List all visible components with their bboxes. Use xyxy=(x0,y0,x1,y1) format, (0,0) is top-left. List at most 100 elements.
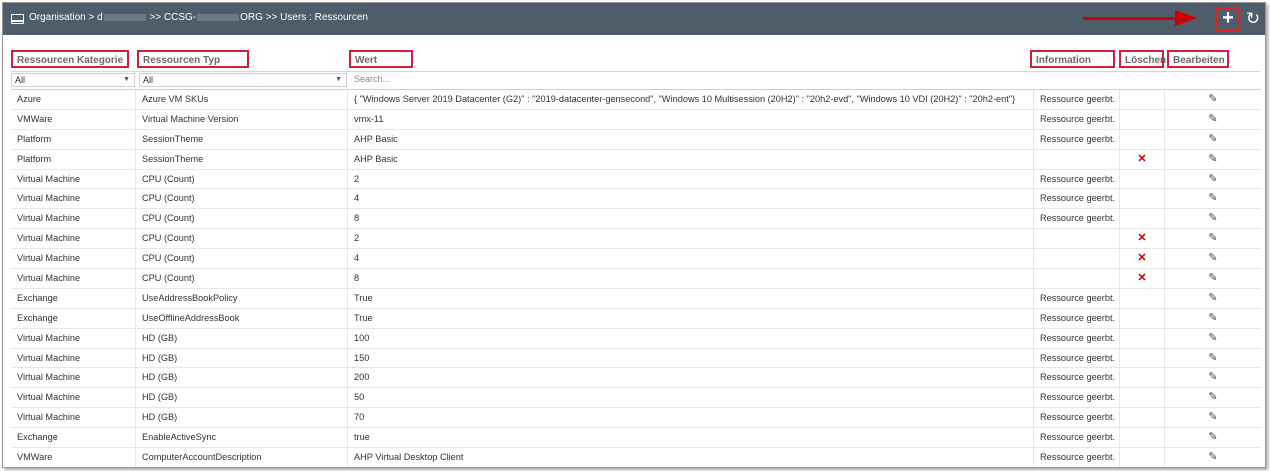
column-header-wert[interactable]: Wert xyxy=(349,50,413,68)
cell-loeschen xyxy=(1119,428,1164,448)
table-row[interactable]: Virtual Machine CPU (Count) 2 Ressource gee… xyxy=(11,169,1261,190)
cell-loeschen xyxy=(1119,308,1164,328)
edit-icon[interactable]: ✎ xyxy=(1164,288,1261,308)
cell-loeschen xyxy=(1119,388,1164,408)
table-row[interactable]: Virtual Machine HD (GB) 150 Ressource geerb… xyxy=(11,348,1261,369)
breadcrumb-prefix[interactable]: Organisation > d xyxy=(29,12,103,23)
table-row[interactable]: Virtual Machine CPU (Count) 4 Ressource gee… xyxy=(11,189,1261,210)
cell-wert: AHP Basic xyxy=(347,149,1033,169)
cell-wert: vmx-11 xyxy=(347,109,1033,129)
cell-typ: HD (GB) xyxy=(135,388,347,408)
table-row[interactable]: Platform SessionTheme AHP Basic Ressource g… xyxy=(11,129,1261,150)
cell-information xyxy=(1033,249,1119,269)
edit-icon[interactable]: ✎ xyxy=(1164,348,1261,368)
cell-information: Ressource geerbt. xyxy=(1033,169,1119,189)
column-header-bearbeiten[interactable]: Bearbeiten xyxy=(1167,50,1229,68)
typ-filter-select[interactable]: All ▼ xyxy=(139,73,347,87)
breadcrumb-middle[interactable]: >> CCSG- xyxy=(149,12,196,23)
cell-loeschen xyxy=(1119,288,1164,308)
cell-typ: EnableActiveSync xyxy=(135,428,347,448)
annotation-arrow-line xyxy=(1083,17,1178,20)
table-row[interactable]: VMWare Virtual Machine Version vmx-11 Resso… xyxy=(11,109,1261,130)
window-icon xyxy=(11,14,24,24)
edit-icon[interactable]: ✎ xyxy=(1164,129,1261,149)
refresh-icon[interactable]: ↻ xyxy=(1244,9,1262,29)
table-row[interactable]: Virtual Machine CPU (Count) 4 ✕ ✎ xyxy=(11,249,1261,270)
table-row[interactable]: Virtual Machine HD (GB) 200 Ressource geerb… xyxy=(11,368,1261,389)
cell-kategorie: Virtual Machine xyxy=(17,392,81,403)
cell-loeschen xyxy=(1119,90,1164,109)
delete-icon[interactable]: ✕ xyxy=(1119,249,1164,269)
cell-wert: 4 xyxy=(347,249,1033,269)
table-row[interactable]: Virtual Machine CPU (Count) 2 ✕ ✎ xyxy=(11,229,1261,250)
edit-icon[interactable]: ✎ xyxy=(1164,149,1261,169)
plus-icon[interactable]: + xyxy=(1216,8,1240,31)
chevron-down-icon: ▼ xyxy=(123,76,130,83)
cell-information xyxy=(1033,229,1119,249)
edit-icon[interactable]: ✎ xyxy=(1164,308,1261,328)
table-row[interactable]: Platform SessionTheme AHP Basic ✕ ✎ xyxy=(11,149,1261,170)
column-header-typ[interactable]: Ressourcen Typ xyxy=(137,50,249,68)
cell-wert: 150 xyxy=(347,348,1033,368)
breadcrumb: Organisation > d >> CCSG- ORG >> Users : … xyxy=(29,12,368,23)
edit-icon[interactable]: ✎ xyxy=(1164,229,1261,249)
edit-icon[interactable]: ✎ xyxy=(1164,269,1261,288)
kategorie-filter-select[interactable]: All ▼ xyxy=(11,73,135,87)
edit-icon[interactable]: ✎ xyxy=(1164,408,1261,428)
edit-icon[interactable]: ✎ xyxy=(1164,328,1261,348)
cell-typ: SessionTheme xyxy=(135,129,347,149)
edit-icon[interactable]: ✎ xyxy=(1164,249,1261,269)
table-row[interactable]: Exchange UseOfflineAddressBook True Ressour… xyxy=(11,308,1261,329)
cell-kategorie: Exchange xyxy=(17,312,58,323)
cell-wert: { "Windows Server 2019 Datacenter (G2)" … xyxy=(347,90,1033,109)
cell-wert: 2 xyxy=(347,229,1033,249)
kategorie-filter-value: All xyxy=(15,75,26,85)
cell-kategorie: Platform xyxy=(17,133,52,144)
column-header-loeschen[interactable]: Löschen xyxy=(1119,50,1166,68)
cell-typ: HD (GB) xyxy=(135,408,347,428)
cell-information: Ressource geerbt. xyxy=(1033,109,1119,129)
redaction-mask xyxy=(103,13,146,21)
table-row[interactable]: Azure Azure VM SKUs{ "Windows Server 2019… xyxy=(11,90,1261,110)
edit-icon[interactable]: ✎ xyxy=(1164,90,1261,109)
table-row[interactable]: Virtual Machine HD (GB) 100 Ressource geerb… xyxy=(11,328,1261,349)
edit-icon[interactable]: ✎ xyxy=(1164,209,1261,229)
breadcrumb-suffix[interactable]: ORG >> Users : Ressourcen xyxy=(240,12,368,23)
wert-search-input[interactable]: Search... xyxy=(351,73,651,87)
column-header-kategorie[interactable]: Ressourcen Kategorie xyxy=(11,50,129,68)
edit-icon[interactable]: ✎ xyxy=(1164,368,1261,388)
cell-wert: 8 xyxy=(347,269,1033,288)
cell-kategorie: Virtual Machine xyxy=(17,372,81,383)
cell-typ: ComputerAccountDescription xyxy=(135,448,347,467)
cell-kategorie: Azure xyxy=(17,94,42,104)
edit-icon[interactable]: ✎ xyxy=(1164,388,1261,408)
edit-icon[interactable]: ✎ xyxy=(1164,189,1261,209)
cell-wert: 50 xyxy=(347,388,1033,408)
table-row[interactable]: Exchange EnableActiveSync true Ressource ge… xyxy=(11,428,1261,449)
cell-loeschen xyxy=(1119,448,1164,467)
edit-icon[interactable]: ✎ xyxy=(1164,428,1261,448)
table-row[interactable]: Virtual Machine HD (GB) 50 Ressource geerbt… xyxy=(11,388,1261,409)
edit-icon[interactable]: ✎ xyxy=(1164,448,1261,467)
cell-wert: true xyxy=(347,428,1033,448)
table-row[interactable]: Virtual Machine CPU (Count) 8 ✕ ✎ xyxy=(11,269,1261,289)
column-header-information[interactable]: Information xyxy=(1030,50,1115,68)
table-body: Azure Azure VM SKUs{ "Windows Server 2019… xyxy=(11,90,1261,467)
delete-icon[interactable]: ✕ xyxy=(1119,229,1164,249)
edit-icon[interactable]: ✎ xyxy=(1164,109,1261,129)
edit-icon[interactable]: ✎ xyxy=(1164,169,1261,189)
table-row[interactable]: Virtual Machine HD (GB) 70 Ressource geerbt… xyxy=(11,408,1261,429)
table-row[interactable]: Exchange UseAddressBookPolicy True Ressourc… xyxy=(11,288,1261,309)
table-row[interactable]: VMWare ComputerAccountDescription AHP Virt… xyxy=(11,448,1261,467)
cell-wert: 70 xyxy=(347,408,1033,428)
delete-icon[interactable]: ✕ xyxy=(1119,269,1164,288)
cell-typ: CPU (Count) xyxy=(135,189,347,209)
cell-kategorie: VMWare xyxy=(17,452,53,463)
cell-information: Ressource geerbt. xyxy=(1033,348,1119,368)
delete-icon[interactable]: ✕ xyxy=(1119,149,1164,169)
cell-information xyxy=(1033,269,1119,288)
cell-information: Ressource geerbt. xyxy=(1033,308,1119,328)
cell-wert: 4 xyxy=(347,189,1033,209)
table-row[interactable]: Virtual Machine CPU (Count) 8 Ressource gee… xyxy=(11,209,1261,230)
cell-information xyxy=(1033,149,1119,169)
